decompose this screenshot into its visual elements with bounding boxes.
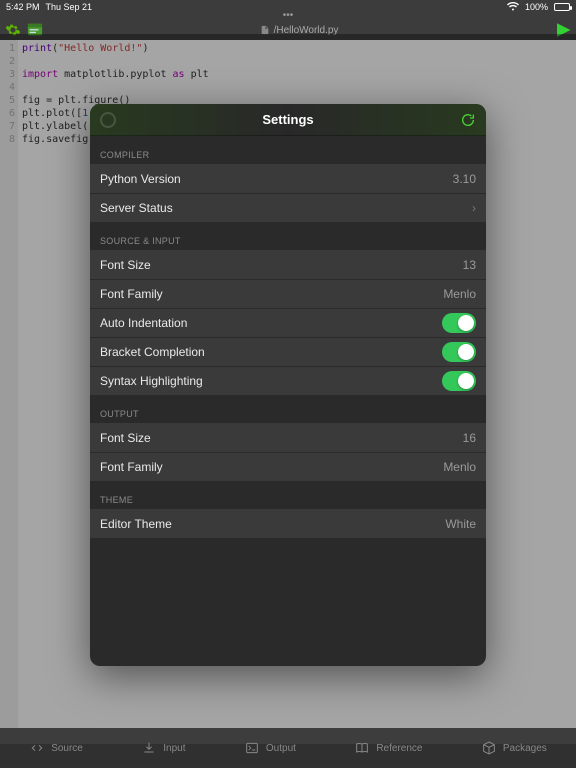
spinner-icon [100, 112, 116, 128]
label-syntax-highlight: Syntax Highlighting [100, 374, 203, 388]
label-out-font-size: Font Size [100, 431, 151, 445]
row-auto-indent: Auto Indentation [90, 308, 486, 337]
row-python-version[interactable]: Python Version 3.10 [90, 164, 486, 193]
tab-packages-label: Packages [503, 743, 547, 754]
label-src-font-family: Font Family [100, 287, 163, 301]
section-header-theme: THEME [90, 481, 486, 509]
value-src-font-size: 13 [463, 258, 476, 272]
toggle-syntax-highlight[interactable] [442, 371, 476, 391]
terminal-icon [244, 740, 260, 756]
value-out-font-size: 16 [463, 431, 476, 445]
download-icon [141, 740, 157, 756]
section-header-compiler: COMPILER [90, 136, 486, 164]
label-src-font-size: Font Size [100, 258, 151, 272]
battery-percent: 100% [525, 2, 548, 12]
row-src-font-family[interactable]: Font Family Menlo [90, 279, 486, 308]
tab-source-label: Source [51, 743, 83, 754]
row-editor-theme[interactable]: Editor Theme White [90, 509, 486, 538]
section-header-output: OUTPUT [90, 395, 486, 423]
package-icon [481, 740, 497, 756]
row-out-font-family[interactable]: Font Family Menlo [90, 452, 486, 481]
tab-packages[interactable]: Packages [481, 740, 547, 756]
battery-icon [554, 3, 570, 11]
row-out-font-size[interactable]: Font Size 16 [90, 423, 486, 452]
wifi-icon [507, 2, 519, 13]
section-header-source: SOURCE & INPUT [90, 222, 486, 250]
tab-source[interactable]: Source [29, 740, 83, 756]
modal-title: Settings [262, 112, 313, 127]
tab-reference[interactable]: Reference [354, 740, 422, 756]
refresh-icon[interactable] [460, 112, 476, 128]
toggle-bracket-completion[interactable] [442, 342, 476, 362]
row-bracket-completion: Bracket Completion [90, 337, 486, 366]
chevron-right-icon: › [472, 201, 476, 215]
modal-header: Settings [90, 104, 486, 136]
label-out-font-family: Font Family [100, 460, 163, 474]
label-auto-indent: Auto Indentation [100, 316, 187, 330]
tab-input-label: Input [163, 743, 185, 754]
label-bracket-completion: Bracket Completion [100, 345, 205, 359]
row-syntax-highlight: Syntax Highlighting [90, 366, 486, 395]
value-editor-theme: White [445, 517, 476, 531]
settings-modal: Settings COMPILER Python Version 3.10 Se… [90, 104, 486, 666]
status-time: 5:42 PM [6, 2, 40, 12]
value-src-font-family: Menlo [443, 287, 476, 301]
label-editor-theme: Editor Theme [100, 517, 172, 531]
row-server-status[interactable]: Server Status › [90, 193, 486, 222]
value-out-font-family: Menlo [443, 460, 476, 474]
toggle-auto-indent[interactable] [442, 313, 476, 333]
tab-reference-label: Reference [376, 743, 422, 754]
value-python-version: 3.10 [453, 172, 476, 186]
bottom-tab-bar: Source Input Output Reference Packages [0, 728, 576, 768]
label-python-version: Python Version [100, 172, 181, 186]
book-icon [354, 740, 370, 756]
code-icon [29, 740, 45, 756]
tab-output-label: Output [266, 743, 296, 754]
label-server-status: Server Status [100, 201, 173, 215]
tab-output[interactable]: Output [244, 740, 296, 756]
tab-input[interactable]: Input [141, 740, 185, 756]
row-src-font-size[interactable]: Font Size 13 [90, 250, 486, 279]
status-date: Thu Sep 21 [46, 2, 93, 12]
